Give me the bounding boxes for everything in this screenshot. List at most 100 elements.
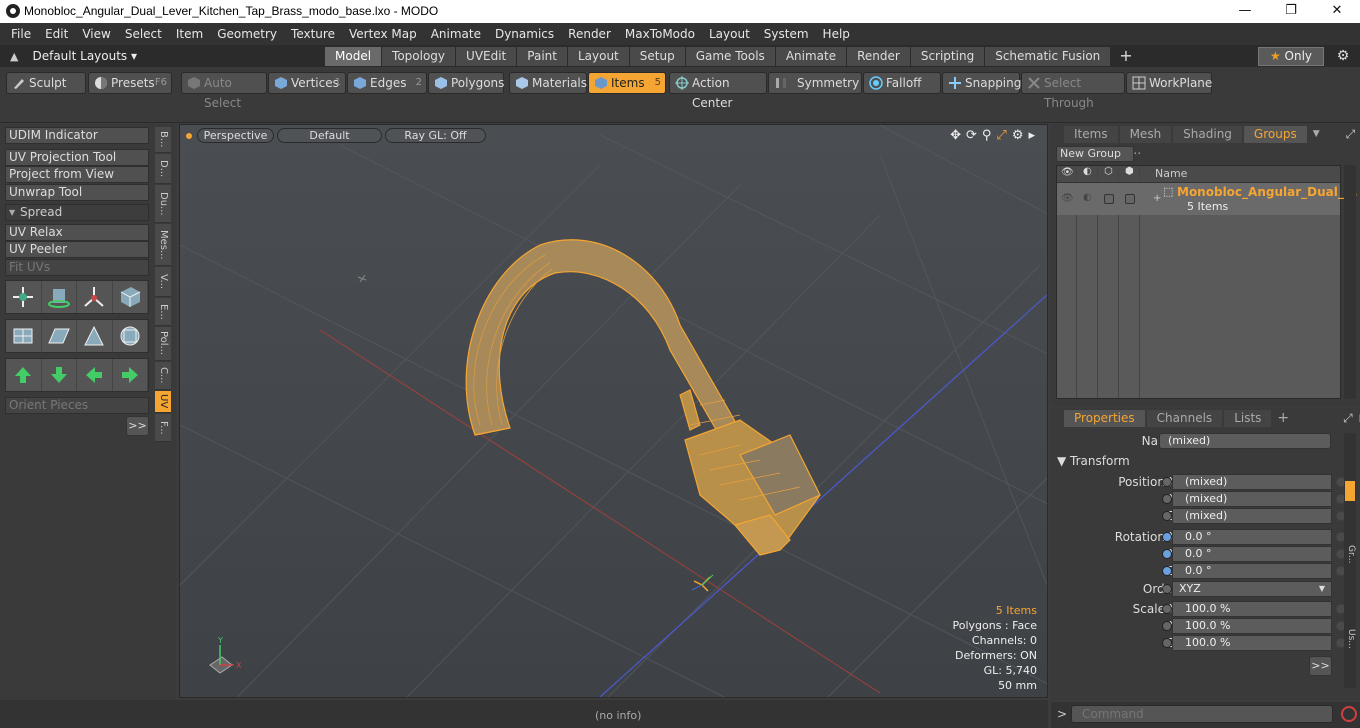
udim-indicator-button[interactable]: UDIM Indicator (5, 127, 149, 144)
pan-icon[interactable]: ✥ (950, 128, 961, 143)
viewport-scene[interactable]: Y X (180, 125, 1047, 697)
menu-maxtomodo[interactable]: MaxToModo (618, 23, 702, 45)
order-dropdown[interactable]: XYZ ▼ (1172, 581, 1332, 597)
workplane-button[interactable]: WorkPlane (1126, 72, 1212, 94)
tab-model[interactable]: Model (325, 47, 383, 66)
rotation-y-field[interactable]: 0.0 ° (1172, 546, 1332, 562)
group-render-icon[interactable]: ◐ (1083, 192, 1092, 203)
fit-icon[interactable]: ⤢ (996, 128, 1006, 143)
scale-z-field[interactable]: 100.0 % (1172, 635, 1332, 651)
uv-atlas-icon[interactable] (113, 320, 148, 352)
menu-help[interactable]: Help (816, 23, 857, 45)
tab-scripting[interactable]: Scripting (910, 47, 986, 66)
snapping-button[interactable]: Snapping (942, 72, 1021, 94)
group-row[interactable]: 👁 ◐ + ⬚ Monobloc_Angular_Dual_... 5 Item… (1057, 183, 1358, 215)
rotation-z-anim-dot[interactable] (1162, 566, 1172, 576)
viewport-menu-dot-icon[interactable] (186, 133, 192, 139)
tab-game-tools[interactable]: Game Tools (685, 47, 776, 66)
menu-select[interactable]: Select (118, 23, 169, 45)
uv-box-icon[interactable] (6, 320, 42, 352)
zoom-icon[interactable]: ⚲ (982, 128, 992, 143)
vtab-duplicate[interactable]: Du... (155, 185, 171, 223)
tab-animate[interactable]: Animate (775, 47, 848, 66)
visibility-column-icon[interactable]: 👁 (1057, 166, 1077, 182)
layout-expand-icon[interactable]: ▲ (10, 50, 18, 63)
group-expand-icon[interactable]: + (1153, 193, 1161, 204)
arrow-up-icon[interactable] (6, 359, 42, 391)
tab-setup[interactable]: Setup (629, 47, 686, 66)
vertices-button[interactable]: Vertices 1 (268, 72, 346, 94)
scale-y-anim-dot[interactable] (1162, 621, 1172, 631)
menu-render[interactable]: Render (561, 23, 618, 45)
props-maximize-icon[interactable]: ⤢ (1343, 411, 1353, 426)
auto-select-button[interactable]: Auto Select (181, 72, 267, 110)
uv-planar-icon[interactable] (42, 320, 77, 352)
group-visibility-icon[interactable]: 👁 (1061, 193, 1074, 204)
transform-section-header[interactable]: ▼ Transform (1057, 454, 1130, 468)
uv-peeler-button[interactable]: UV Peeler (5, 241, 149, 258)
new-group-button[interactable]: New Group (1056, 146, 1134, 162)
tab-items[interactable]: Items (1064, 125, 1118, 143)
items-button[interactable]: Items 5 (588, 72, 666, 94)
tabs-dropdown-icon[interactable]: ▼ (1313, 129, 1320, 139)
group-select-checkbox[interactable] (1125, 194, 1135, 204)
vtab-mesh[interactable]: Mes... (155, 224, 171, 266)
arrow-down-icon[interactable] (42, 359, 77, 391)
scale-x-anim-dot[interactable] (1162, 604, 1172, 614)
menu-layout[interactable]: Layout (702, 23, 757, 45)
fit-uvs-button[interactable]: Fit UVs (5, 259, 149, 276)
position-z-field[interactable]: (mixed) (1172, 508, 1332, 524)
default-style-button[interactable]: Default (277, 128, 382, 143)
select-column-icon[interactable]: ⬢ (1120, 166, 1140, 182)
rotate-icon[interactable]: ⟳ (966, 128, 977, 143)
uv-move-icon[interactable] (6, 281, 42, 313)
position-x-field[interactable]: (mixed) (1172, 474, 1332, 490)
name-field[interactable]: (mixed) (1159, 433, 1331, 449)
polygons-button[interactable]: Polygons (428, 72, 504, 94)
sculpt-button[interactable]: Sculpt (6, 72, 86, 94)
uv-rotate-icon[interactable] (42, 281, 77, 313)
add-tab-button[interactable]: + (1111, 47, 1142, 66)
record-macro-icon[interactable] (1341, 706, 1357, 722)
render-column-icon[interactable]: ◐ (1078, 166, 1098, 182)
menu-geometry[interactable]: Geometry (210, 23, 284, 45)
menu-file[interactable]: File (4, 23, 38, 45)
order-anim-dot[interactable] (1162, 584, 1172, 594)
tab-properties[interactable]: Properties (1064, 409, 1145, 427)
menu-texture[interactable]: Texture (284, 23, 342, 45)
more-properties-button[interactable]: >> (1309, 656, 1332, 676)
rotation-z-field[interactable]: 0.0 ° (1172, 563, 1332, 579)
vtab-deform[interactable]: D... (155, 154, 171, 184)
vtab-edge[interactable]: E... (155, 298, 171, 326)
uv-relax-button[interactable]: UV Relax (5, 224, 149, 241)
uv-cylindrical-icon[interactable] (77, 320, 113, 352)
uv-transform-icon[interactable] (113, 281, 148, 313)
perspective-view-button[interactable]: Perspective (197, 128, 274, 143)
tab-paint[interactable]: Paint (517, 47, 568, 66)
tab-groups[interactable]: Groups (1243, 125, 1307, 143)
edges-button[interactable]: Edges 2 (347, 72, 427, 94)
tab-schematic-fusion[interactable]: Schematic Fusion (985, 47, 1112, 66)
layouts-selector[interactable]: ▲ Default Layouts ▾ (0, 45, 137, 67)
add-props-tab-icon[interactable]: + (1277, 410, 1289, 426)
vtab-fusion[interactable]: F... (155, 414, 171, 442)
menu-dynamics[interactable]: Dynamics (488, 23, 561, 45)
tab-shading[interactable]: Shading (1173, 125, 1242, 143)
arrow-right-icon[interactable] (113, 359, 148, 391)
lock-column-icon[interactable]: ⬡ (1099, 166, 1119, 182)
unwrap-tool-button[interactable]: Unwrap Tool (5, 184, 149, 201)
tab-uvedit[interactable]: UVEdit (456, 47, 518, 66)
default-layouts-dropdown[interactable]: Default Layouts ▾ (32, 49, 137, 63)
vtab-uv[interactable]: UV (155, 391, 171, 413)
tab-layout[interactable]: Layout (567, 47, 630, 66)
position-x-anim-dot[interactable] (1162, 477, 1172, 487)
group-lock-checkbox[interactable] (1104, 194, 1114, 204)
props-scroll-handle[interactable] (1345, 481, 1355, 501)
presets-button[interactable]: Presets F6 (88, 72, 172, 94)
position-y-anim-dot[interactable] (1162, 494, 1172, 504)
symmetry-button[interactable]: Symmetry (768, 72, 862, 94)
close-button[interactable]: ✕ (1314, 0, 1360, 23)
position-y-field[interactable]: (mixed) (1172, 491, 1332, 507)
tab-mesh[interactable]: Mesh ... (1119, 125, 1172, 157)
groups-scrollbar[interactable] (1344, 165, 1356, 399)
